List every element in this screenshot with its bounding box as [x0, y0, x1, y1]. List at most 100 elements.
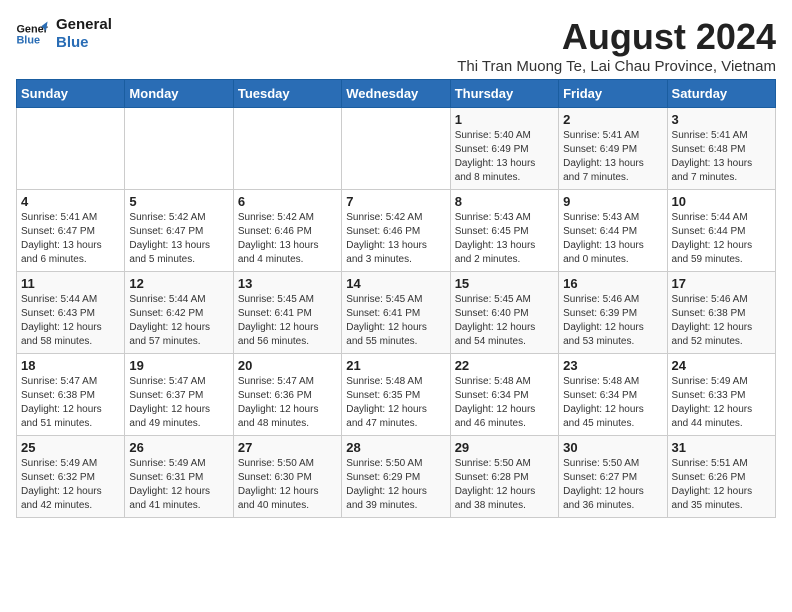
calendar-cell: 28 Sunrise: 5:50 AM Sunset: 6:29 PM Dayli…: [342, 436, 450, 518]
day-number: 21: [346, 358, 445, 373]
calendar-cell: 31Sunrise: 5:51 AM Sunset: 6:26 PM Dayli…: [667, 436, 775, 518]
calendar-cell: 3 Sunrise: 5:41 AM Sunset: 6:48 PM Daylig…: [667, 108, 775, 190]
day-number: 3: [672, 112, 771, 127]
day-number: 31: [672, 440, 771, 455]
day-number: 9: [563, 194, 662, 209]
day-info: Sunrise: 5:41 AM Sunset: 6:47 PM Dayligh…: [21, 211, 120, 267]
day-info: Sunrise: 5:42 AM Sunset: 6:46 PM Dayligh…: [238, 211, 337, 267]
header-row: SundayMondayTuesdayWednesdayThursdayFrid…: [17, 80, 776, 108]
day-number: 10: [672, 194, 771, 209]
day-number: 13: [238, 276, 337, 291]
calendar-cell: 11Sunrise: 5:44 AM Sunset: 6:43 PM Dayli…: [17, 272, 125, 354]
day-info: Sunrise: 5:44 AM Sunset: 6:42 PM Dayligh…: [129, 293, 228, 349]
logo-icon: General Blue: [16, 20, 48, 48]
day-number: 28: [346, 440, 445, 455]
calendar-cell: 26 Sunrise: 5:49 AM Sunset: 6:31 PM Dayli…: [125, 436, 233, 518]
day-info: Sunrise: 5:50 AM Sunset: 6:30 PM Dayligh…: [238, 457, 337, 513]
week-row-1: 1 Sunrise: 5:40 AM Sunset: 6:49 PM Daylig…: [17, 108, 776, 190]
week-row-4: 18Sunrise: 5:47 AM Sunset: 6:38 PM Dayli…: [17, 354, 776, 436]
day-info: Sunrise: 5:43 AM Sunset: 6:45 PM Dayligh…: [455, 211, 554, 267]
day-header-tuesday: Tuesday: [233, 80, 341, 108]
logo: General Blue General Blue: [16, 16, 112, 52]
day-info: Sunrise: 5:46 AM Sunset: 6:38 PM Dayligh…: [672, 293, 771, 349]
day-number: 24: [672, 358, 771, 373]
calendar-cell: [233, 108, 341, 190]
calendar-cell: 5Sunrise: 5:42 AM Sunset: 6:47 PM Daylig…: [125, 190, 233, 272]
subtitle: Thi Tran Muong Te, Lai Chau Province, Vi…: [457, 58, 776, 75]
calendar-cell: 20Sunrise: 5:47 AM Sunset: 6:36 PM Dayli…: [233, 354, 341, 436]
day-number: 29: [455, 440, 554, 455]
day-info: Sunrise: 5:47 AM Sunset: 6:36 PM Dayligh…: [238, 375, 337, 431]
day-number: 5: [129, 194, 228, 209]
day-header-friday: Friday: [559, 80, 667, 108]
calendar-cell: 24Sunrise: 5:49 AM Sunset: 6:33 PM Dayli…: [667, 354, 775, 436]
day-number: 19: [129, 358, 228, 373]
day-number: 1: [455, 112, 554, 127]
calendar-cell: [342, 108, 450, 190]
day-number: 2: [563, 112, 662, 127]
day-header-saturday: Saturday: [667, 80, 775, 108]
calendar-cell: 13Sunrise: 5:45 AM Sunset: 6:41 PM Dayli…: [233, 272, 341, 354]
calendar-cell: 27Sunrise: 5:50 AM Sunset: 6:30 PM Dayli…: [233, 436, 341, 518]
day-info: Sunrise: 5:44 AM Sunset: 6:44 PM Dayligh…: [672, 211, 771, 267]
day-info: Sunrise: 5:48 AM Sunset: 6:35 PM Dayligh…: [346, 375, 445, 431]
day-number: 15: [455, 276, 554, 291]
calendar-cell: 9Sunrise: 5:43 AM Sunset: 6:44 PM Daylig…: [559, 190, 667, 272]
calendar-cell: 7Sunrise: 5:42 AM Sunset: 6:46 PM Daylig…: [342, 190, 450, 272]
day-number: 4: [21, 194, 120, 209]
calendar-body: 1 Sunrise: 5:40 AM Sunset: 6:49 PM Daylig…: [17, 108, 776, 518]
day-number: 16: [563, 276, 662, 291]
day-info: Sunrise: 5:50 AM Sunset: 6:29 PM Dayligh…: [346, 457, 445, 513]
week-row-5: 25 Sunrise: 5:49 AM Sunset: 6:32 PM Dayli…: [17, 436, 776, 518]
week-row-3: 11Sunrise: 5:44 AM Sunset: 6:43 PM Dayli…: [17, 272, 776, 354]
title-section: August 2024 Thi Tran Muong Te, Lai Chau …: [457, 16, 776, 75]
calendar-cell: 25 Sunrise: 5:49 AM Sunset: 6:32 PM Dayli…: [17, 436, 125, 518]
calendar-cell: 23 Sunrise: 5:48 AM Sunset: 6:34 PM Dayli…: [559, 354, 667, 436]
day-info: Sunrise: 5:40 AM Sunset: 6:49 PM Dayligh…: [455, 129, 554, 185]
day-number: 22: [455, 358, 554, 373]
calendar-cell: 6 Sunrise: 5:42 AM Sunset: 6:46 PM Daylig…: [233, 190, 341, 272]
day-info: Sunrise: 5:41 AM Sunset: 6:48 PM Dayligh…: [672, 129, 771, 185]
day-header-sunday: Sunday: [17, 80, 125, 108]
calendar-cell: 2Sunrise: 5:41 AM Sunset: 6:49 PM Daylig…: [559, 108, 667, 190]
calendar-cell: 21 Sunrise: 5:48 AM Sunset: 6:35 PM Dayli…: [342, 354, 450, 436]
svg-text:Blue: Blue: [16, 34, 40, 46]
day-header-monday: Monday: [125, 80, 233, 108]
day-info: Sunrise: 5:47 AM Sunset: 6:37 PM Dayligh…: [129, 375, 228, 431]
calendar-cell: [17, 108, 125, 190]
day-number: 23: [563, 358, 662, 373]
day-info: Sunrise: 5:50 AM Sunset: 6:28 PM Dayligh…: [455, 457, 554, 513]
week-row-2: 4 Sunrise: 5:41 AM Sunset: 6:47 PM Daylig…: [17, 190, 776, 272]
day-info: Sunrise: 5:49 AM Sunset: 6:32 PM Dayligh…: [21, 457, 120, 513]
calendar-cell: 18Sunrise: 5:47 AM Sunset: 6:38 PM Dayli…: [17, 354, 125, 436]
calendar-cell: 10 Sunrise: 5:44 AM Sunset: 6:44 PM Dayli…: [667, 190, 775, 272]
day-number: 8: [455, 194, 554, 209]
calendar-cell: 29 Sunrise: 5:50 AM Sunset: 6:28 PM Dayli…: [450, 436, 558, 518]
month-title: August 2024: [457, 16, 776, 58]
calendar-cell: 19 Sunrise: 5:47 AM Sunset: 6:37 PM Dayli…: [125, 354, 233, 436]
day-info: Sunrise: 5:48 AM Sunset: 6:34 PM Dayligh…: [563, 375, 662, 431]
day-number: 14: [346, 276, 445, 291]
day-info: Sunrise: 5:44 AM Sunset: 6:43 PM Dayligh…: [21, 293, 120, 349]
day-number: 25: [21, 440, 120, 455]
day-info: Sunrise: 5:45 AM Sunset: 6:40 PM Dayligh…: [455, 293, 554, 349]
day-number: 26: [129, 440, 228, 455]
calendar-cell: [125, 108, 233, 190]
day-number: 30: [563, 440, 662, 455]
calendar-cell: 17Sunrise: 5:46 AM Sunset: 6:38 PM Dayli…: [667, 272, 775, 354]
calendar-cell: 12 Sunrise: 5:44 AM Sunset: 6:42 PM Dayli…: [125, 272, 233, 354]
day-info: Sunrise: 5:50 AM Sunset: 6:27 PM Dayligh…: [563, 457, 662, 513]
calendar-cell: 30 Sunrise: 5:50 AM Sunset: 6:27 PM Dayli…: [559, 436, 667, 518]
calendar-cell: 14 Sunrise: 5:45 AM Sunset: 6:41 PM Dayli…: [342, 272, 450, 354]
day-info: Sunrise: 5:45 AM Sunset: 6:41 PM Dayligh…: [346, 293, 445, 349]
calendar-cell: 1 Sunrise: 5:40 AM Sunset: 6:49 PM Daylig…: [450, 108, 558, 190]
calendar-header: SundayMondayTuesdayWednesdayThursdayFrid…: [17, 80, 776, 108]
day-number: 18: [21, 358, 120, 373]
logo-line2: Blue: [56, 34, 112, 52]
day-info: Sunrise: 5:49 AM Sunset: 6:31 PM Dayligh…: [129, 457, 228, 513]
day-number: 12: [129, 276, 228, 291]
day-number: 6: [238, 194, 337, 209]
logo-line1: General: [56, 16, 112, 34]
day-header-thursday: Thursday: [450, 80, 558, 108]
day-info: Sunrise: 5:48 AM Sunset: 6:34 PM Dayligh…: [455, 375, 554, 431]
